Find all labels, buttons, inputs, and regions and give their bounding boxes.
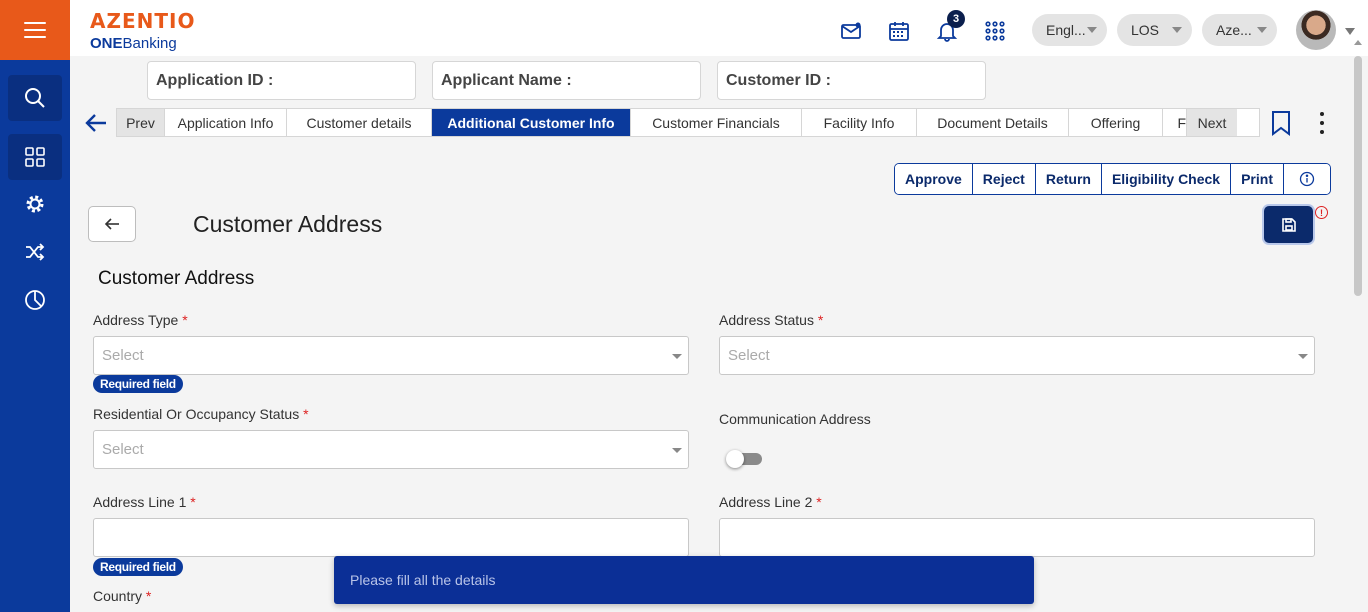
page-back-button[interactable] — [88, 206, 136, 242]
communication-address-label: Communication Address — [719, 411, 871, 427]
bookmark-button[interactable] — [1270, 110, 1292, 136]
residential-status-select[interactable]: Select — [93, 430, 689, 469]
apps-button[interactable] — [982, 18, 1008, 44]
chevron-down-icon — [672, 448, 682, 453]
search-icon — [25, 88, 45, 108]
tab-offering[interactable]: Offering — [1069, 109, 1163, 136]
mail-button[interactable] — [838, 18, 864, 44]
chevron-down-icon — [1087, 27, 1097, 33]
reject-button[interactable]: Reject — [972, 164, 1036, 194]
sidebar-item-dashboard[interactable] — [8, 134, 62, 180]
product-name: ONEBanking — [90, 35, 177, 52]
bookmark-icon — [1272, 111, 1290, 136]
sidebar-item-reports[interactable] — [8, 277, 62, 323]
sidebar — [0, 0, 70, 612]
chevron-down-icon — [672, 354, 682, 359]
applicant-name-field: Applicant Name : — [432, 61, 701, 100]
mail-icon — [841, 22, 861, 39]
residential-status-label: Residential Or Occupancy Status * — [93, 406, 309, 422]
action-button-group: Approve Reject Return Eligibility Check … — [894, 163, 1331, 195]
arrow-left-icon — [85, 114, 106, 132]
tab-customer-financials[interactable]: Customer Financials — [631, 109, 802, 136]
apps-grid-icon — [985, 21, 1005, 41]
eligibility-check-button[interactable]: Eligibility Check — [1101, 164, 1232, 194]
address-line2-input[interactable] — [719, 518, 1315, 557]
validation-toast: Please fill all the details — [334, 556, 1034, 604]
notification-count-badge: 3 — [947, 10, 965, 28]
tab-document-details[interactable]: Document Details — [917, 109, 1069, 136]
pie-chart-icon — [25, 290, 45, 310]
calendar-icon — [889, 22, 909, 41]
user-menu-chevron-icon[interactable] — [1345, 28, 1355, 35]
tab-next-button[interactable]: Next — [1187, 109, 1237, 136]
scroll-up-arrow[interactable] — [1354, 40, 1362, 45]
address-status-label: Address Status * — [719, 312, 824, 328]
info-button[interactable] — [1283, 164, 1330, 194]
calendar-button[interactable] — [886, 18, 912, 44]
tab-truncated[interactable]: F — [1163, 109, 1187, 136]
save-button[interactable] — [1264, 206, 1313, 243]
module-select[interactable]: LOS — [1117, 14, 1192, 46]
settings-icon — [26, 195, 44, 213]
approve-button[interactable]: Approve — [895, 164, 973, 194]
address-type-label: Address Type * — [93, 312, 188, 328]
tab-customer-details[interactable]: Customer details — [287, 109, 432, 136]
application-id-field: Application ID : — [147, 61, 416, 100]
shuffle-icon — [26, 243, 45, 261]
chevron-down-icon — [1172, 27, 1182, 33]
return-button[interactable]: Return — [1035, 164, 1102, 194]
dashboard-icon — [25, 147, 45, 167]
page-title: Customer Address — [193, 211, 383, 237]
user-avatar[interactable] — [1296, 10, 1336, 50]
tab-additional-customer-info[interactable]: Additional Customer Info — [432, 109, 631, 136]
required-field-badge: Required field — [93, 375, 183, 393]
brand-logo: AZENTIO — [90, 9, 196, 33]
address-line2-label: Address Line 2 * — [719, 494, 822, 510]
section-title: Customer Address — [98, 268, 255, 289]
required-field-badge: Required field — [93, 558, 183, 576]
tab-facility-info[interactable]: Facility Info — [802, 109, 917, 136]
back-button[interactable] — [84, 112, 108, 134]
chevron-down-icon — [1298, 354, 1308, 359]
sidebar-item-settings[interactable] — [8, 181, 62, 227]
tab-prev-button[interactable]: Prev — [117, 109, 165, 136]
tab-application-info[interactable]: Application Info — [165, 109, 287, 136]
hamburger-icon — [24, 22, 46, 38]
scrollbar-thumb[interactable] — [1354, 56, 1362, 296]
address-line1-input[interactable] — [93, 518, 689, 557]
error-indicator-icon: ! — [1315, 206, 1328, 219]
chevron-down-icon — [1257, 27, 1267, 33]
print-button[interactable]: Print — [1231, 164, 1284, 194]
info-icon — [1299, 171, 1315, 187]
address-status-select[interactable]: Select — [719, 336, 1315, 375]
address-line1-label: Address Line 1 * — [93, 494, 196, 510]
hamburger-menu-button[interactable] — [0, 0, 70, 60]
customer-id-field: Customer ID : — [717, 61, 986, 100]
country-label: Country * — [93, 588, 152, 604]
language-select[interactable]: Engl... — [1032, 14, 1107, 46]
communication-address-toggle[interactable] — [726, 450, 762, 468]
more-options-icon[interactable] — [1312, 110, 1332, 136]
save-icon — [1281, 217, 1296, 232]
sidebar-item-search[interactable] — [8, 75, 62, 121]
entity-select[interactable]: Aze... — [1202, 14, 1277, 46]
sidebar-item-workflow[interactable] — [8, 229, 62, 275]
address-type-select[interactable]: Select — [93, 336, 689, 375]
arrow-left-icon — [104, 218, 119, 230]
tab-bar: Prev Application Info Customer details A… — [116, 108, 1260, 137]
